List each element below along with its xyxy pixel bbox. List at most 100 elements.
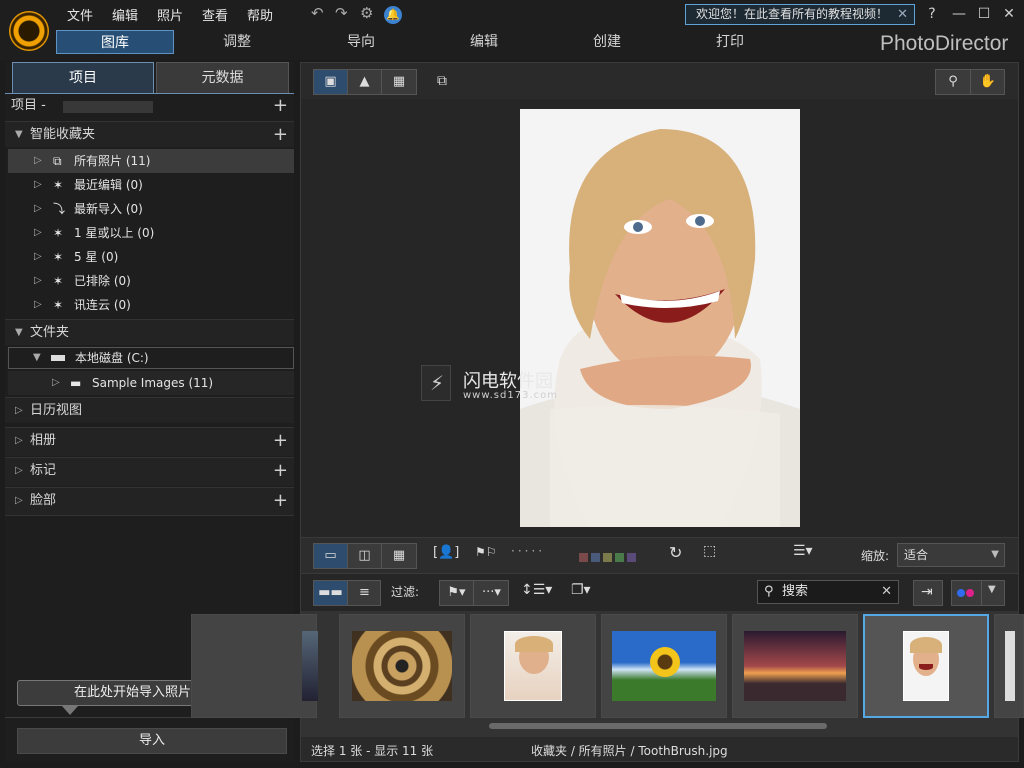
smart-collections-header[interactable]: ▼ 智能收藏夹 + [5,121,294,147]
flag-icon[interactable]: ⚑⚐ [475,545,497,559]
thumbnail[interactable] [470,614,596,718]
single-view-icon[interactable]: ▣ [314,70,348,94]
export-icon[interactable]: ⇥ [913,580,943,606]
folder-icon: ▬ [70,376,82,390]
blue-dot-icon [957,589,965,597]
tab-create[interactable]: 创建 [570,30,644,54]
tab-metadata[interactable]: 元数据 [156,62,289,93]
menu-edit[interactable]: 编辑 [112,5,138,24]
collection-latest-import[interactable]: ▷ ⤵ 最新导入 (0) [8,197,294,221]
tab-adjust[interactable]: 调整 [200,30,274,54]
tab-edit[interactable]: 编辑 [447,30,521,54]
add-album-icon[interactable]: + [273,428,288,454]
add-smart-collection-icon[interactable]: + [273,122,288,148]
color-label-swatches[interactable] [579,551,636,566]
thumbnail[interactable] [994,614,1024,718]
thumbnail-selected[interactable] [863,614,989,718]
collection-label: 最新导入 (0) [74,202,143,216]
second-display-icon[interactable]: ⧉ [433,69,463,95]
smart-wand-icon: ✶ [53,250,64,264]
collection-one-star[interactable]: ▷ ✶ 1 星或以上 (0) [8,221,294,245]
multi-photo-icon[interactable]: ▦ [382,544,416,568]
chevron-down-icon: ▼ [988,584,996,595]
hand-pan-icon[interactable]: ✋ [971,70,1005,94]
filmstrip-icon[interactable]: ▬▬ [314,581,348,605]
stack-icon[interactable]: ❐▾ [571,582,591,598]
tab-print[interactable]: 打印 [693,30,767,54]
collection-all-photos[interactable]: ▷ ⧉ 所有照片 (11) [8,149,294,173]
thumbnail[interactable] [601,614,727,718]
folder-sample-images[interactable]: ▷ ▬ Sample Images (11) [8,371,294,395]
calendar-view-header[interactable]: ▷ 日历视图 [5,397,294,423]
add-face-icon[interactable]: + [273,488,288,514]
compare-view-icon[interactable]: ▲ [348,70,382,94]
faces-header[interactable]: ▷ 脸部 + [5,487,294,516]
folders-header[interactable]: ▼ 文件夹 [5,319,294,345]
close-window-button[interactable]: ✕ [998,3,1020,25]
add-tag-icon[interactable]: + [273,458,288,484]
minimize-button[interactable]: — [948,3,970,25]
star-rating-dots[interactable]: ····· [511,544,545,558]
status-bar: 选择 1 张 - 显示 11 张 收藏夹 / 所有照片 / ToothBrush… [301,741,1018,761]
faces-title: 脸部 [30,493,57,508]
folder-local-disk[interactable]: ▼ 本地磁盘 (C:) [8,347,294,369]
sort-order-icon[interactable]: ↕☰▾ [521,582,552,598]
search-input[interactable]: ⚲ 搜索 ✕ [757,580,899,604]
menu-help[interactable]: 帮助 [247,5,273,24]
selection-status: 选择 1 张 - 显示 11 张 [311,744,434,758]
color-filter-dropdown[interactable]: ▼ [951,580,1005,606]
two-photo-icon[interactable]: ◫ [348,544,382,568]
rotate-icon[interactable]: ↻ [669,543,682,562]
welcome-banner[interactable]: 欢迎您！在此查看所有的教程视频！ ✕ [685,4,915,25]
collapsed-arrow-icon: ▷ [15,495,23,506]
collection-label: 讯连云 (0) [74,298,131,312]
welcome-text: 欢迎您！在此查看所有的教程视频！ [696,7,889,21]
thumbnail[interactable] [191,614,318,718]
filmstrip-scrollbar[interactable] [489,723,827,729]
collapsed-arrow-icon: ▷ [15,405,23,416]
maximize-button[interactable]: ☐ [973,3,995,25]
list-icon[interactable]: ≡ [348,581,381,605]
flag-filter-icon[interactable]: ⚑▾ [440,581,474,605]
collection-rejected[interactable]: ▷ ✶ 已排除 (0) [8,269,294,293]
project-row[interactable]: 项目 - + [5,93,294,119]
thumbnail[interactable] [732,614,858,718]
zoom-select[interactable]: 适合 ▼ [897,543,1005,567]
single-photo-icon[interactable]: ▭ [314,544,348,568]
menu-view[interactable]: 查看 [202,5,228,24]
notification-bell-icon[interactable]: 🔔 [384,6,402,24]
grid-view-icon[interactable]: ▦ [382,70,416,94]
crop-icon[interactable]: ⬚ [703,543,716,559]
drive-icon [51,355,65,361]
undo-icon[interactable]: ↶ [311,4,324,22]
tags-header[interactable]: ▷ 标记 + [5,457,294,486]
face-tag-icon[interactable]: [👤] [433,545,459,560]
collection-five-star[interactable]: ▷ ✶ 5 星 (0) [8,245,294,269]
filter-toolbar: ⚑▾ ···▾ [439,580,509,606]
layout-toolbar: ▭ ◫ ▦ [313,543,417,569]
menu-file[interactable]: 文件 [67,5,93,24]
settings-gear-icon[interactable]: ⚙ [360,4,373,22]
help-button[interactable]: ? [921,3,943,25]
tab-guided[interactable]: 导向 [324,30,398,54]
tab-library[interactable]: 图库 [56,30,174,54]
main-photo[interactable] [520,109,800,527]
collection-recent-edited[interactable]: ▷ ✶ 最近编辑 (0) [8,173,294,197]
sort-menu-icon[interactable]: ☰▾ [793,543,813,559]
smart-wand-icon: ✶ [53,178,64,192]
add-project-icon[interactable]: + [273,93,288,119]
clear-search-icon[interactable]: ✕ [881,581,892,603]
thumbnail[interactable] [339,614,465,718]
album-header[interactable]: ▷ 相册 + [5,427,294,456]
collapsed-arrow-icon: ▷ [34,155,42,166]
import-arrow-icon: ⤵ [53,202,66,216]
zoom-magnifier-icon[interactable]: ⚲ [936,70,971,94]
smart-wand-icon: ✶ [53,298,64,312]
close-icon[interactable]: ✕ [897,5,908,24]
rating-filter-icon[interactable]: ···▾ [474,581,509,605]
tab-project[interactable]: 项目 [12,62,154,93]
menu-photo[interactable]: 照片 [157,5,183,24]
redo-icon[interactable]: ↷ [335,4,348,22]
collection-cyberlink-cloud[interactable]: ▷ ✶ 讯连云 (0) [8,293,294,317]
import-button[interactable]: 导入 [17,728,287,754]
